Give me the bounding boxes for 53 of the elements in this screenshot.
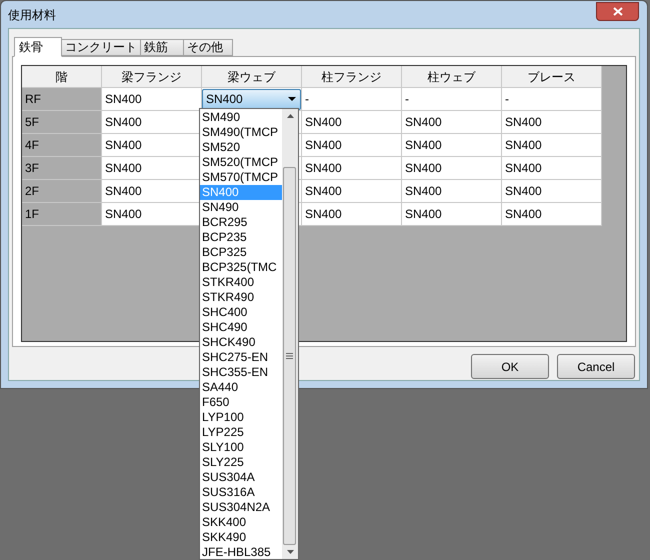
table-cell: SN400 <box>302 111 402 134</box>
dialog-button[interactable]: Cancel <box>557 354 635 379</box>
dialog-button[interactable]: OK <box>471 354 549 379</box>
table-cell: - <box>402 88 502 111</box>
table-cell: SN400 <box>102 203 202 226</box>
column-header: ブレース <box>502 66 602 88</box>
row-header: RF <box>22 88 102 111</box>
column-header: 柱フランジ <box>302 66 402 88</box>
row-header: 1F <box>22 203 102 226</box>
table-cell: SN400 <box>402 157 502 180</box>
row-header: 4F <box>22 134 102 157</box>
scroll-down-icon[interactable] <box>286 550 294 554</box>
column-header: 柱ウェブ <box>402 66 502 88</box>
combo-box[interactable]: SN400 <box>202 88 301 110</box>
row-header: 3F <box>22 157 102 180</box>
table-cell: SN400 <box>502 111 602 134</box>
table-cell: SN400 <box>302 134 402 157</box>
scroll-up-icon[interactable] <box>286 114 294 118</box>
table-cell: SN400 <box>102 88 202 111</box>
tab[interactable]: コンクリート <box>61 39 141 56</box>
column-header: 梁フランジ <box>102 66 202 88</box>
table-cell: SN400 <box>402 134 502 157</box>
combo-value: SN400 <box>206 91 243 108</box>
table-cell: - <box>502 88 602 111</box>
table-cell: SN400 <box>502 157 602 180</box>
column-header: 階 <box>22 66 102 88</box>
table-cell: SN400 <box>102 157 202 180</box>
column-header: 梁ウェブ <box>202 66 302 88</box>
close-icon <box>612 6 622 16</box>
table-cell: SN400 <box>402 111 502 134</box>
row-header: 2F <box>22 180 102 203</box>
table-cell: SN400 <box>302 203 402 226</box>
window-title: 使用材料 <box>8 6 56 24</box>
table-cell: SN400 <box>402 180 502 203</box>
tab[interactable]: その他 <box>183 39 233 56</box>
table-cell: SN400 <box>102 180 202 203</box>
scroll-thumb[interactable] <box>283 167 296 545</box>
grip-icon <box>286 353 294 359</box>
table-cell: SN400 <box>502 203 602 226</box>
table-cell: SN400 <box>402 203 502 226</box>
table-cell: - <box>302 88 402 111</box>
tab[interactable]: 鉄骨 <box>14 37 62 57</box>
scrollbar[interactable] <box>282 109 298 559</box>
table-cell: SN400 <box>502 180 602 203</box>
table-cell: SN400 <box>302 180 402 203</box>
table-cell: SN400 <box>102 111 202 134</box>
table-cell: SN400 <box>502 134 602 157</box>
tab[interactable]: 鉄筋 <box>140 39 184 56</box>
dropdown-caret-icon <box>288 97 296 101</box>
table-cell: SN400 <box>102 134 202 157</box>
close-button[interactable] <box>596 2 639 20</box>
table-cell: SN400 <box>302 157 402 180</box>
row-header: 5F <box>22 111 102 134</box>
